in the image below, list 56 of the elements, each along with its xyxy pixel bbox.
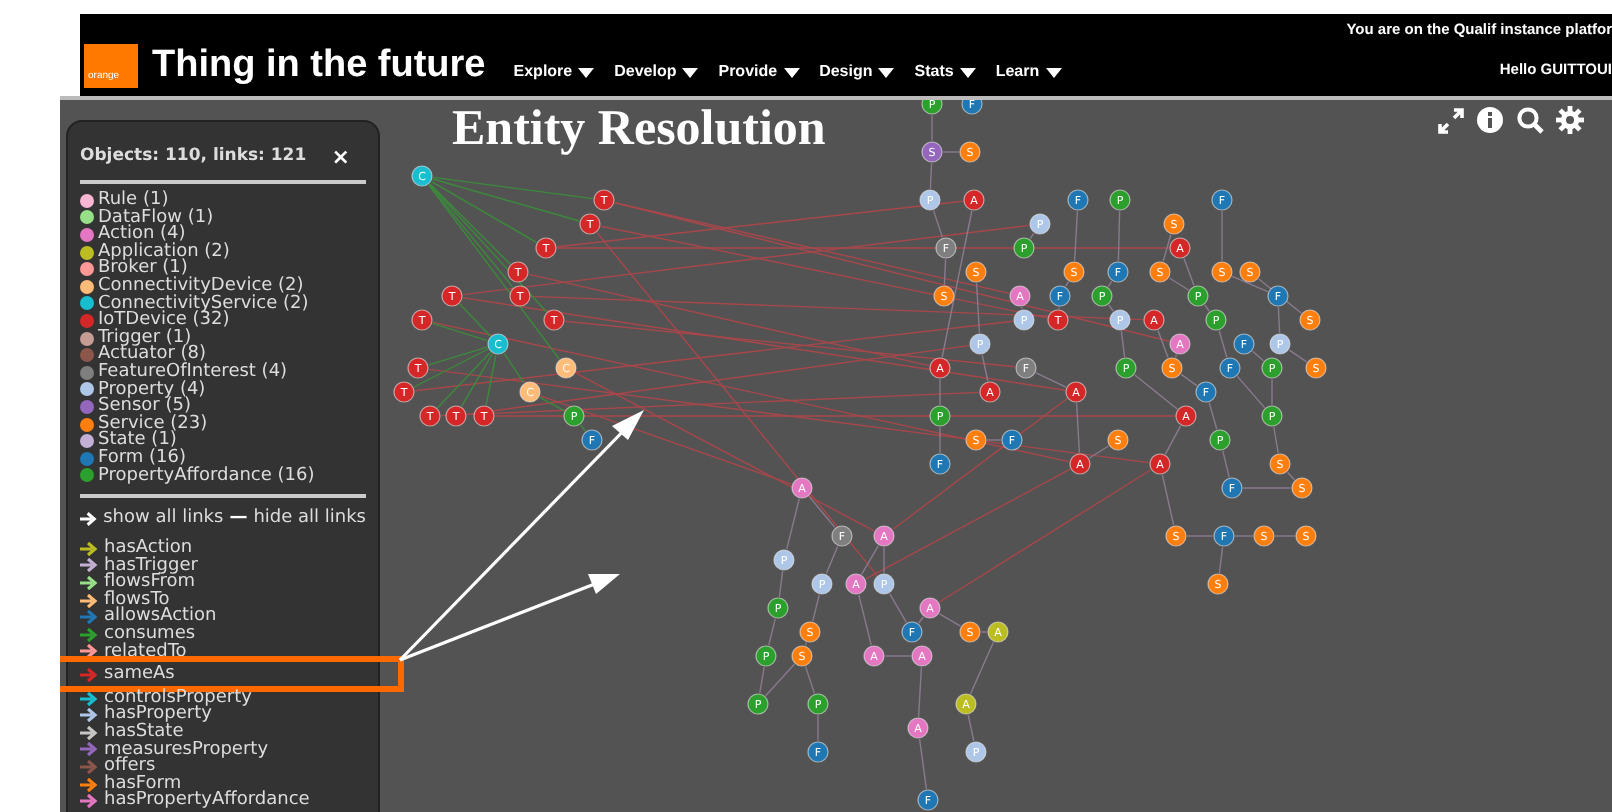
caret-icon [783, 67, 800, 77]
link-type-item[interactable]: flowsTo [104, 591, 170, 609]
link-type-item[interactable]: allowsAction [104, 608, 217, 627]
legend-item[interactable]: State (1) [98, 432, 177, 450]
link-type-item[interactable]: hasForm [104, 775, 182, 793]
legend-item[interactable]: ConnectivityDevice (2) [98, 277, 304, 296]
legend-item[interactable]: Form (16) [98, 449, 187, 467]
close-button[interactable]: × [331, 146, 350, 168]
legend-item[interactable]: PropertyAffordance (16) [98, 467, 315, 485]
link-type-item[interactable]: flowsFrom [104, 574, 196, 592]
show-all-links-link[interactable]: show all links [103, 508, 224, 531]
menu-button[interactable]: Learn [995, 62, 1062, 82]
legend-summary: Objects: 110, links: 121 [80, 146, 307, 168]
menu-button[interactable]: Stats [914, 62, 976, 82]
legend-item[interactable]: Service (23) [98, 415, 208, 433]
caret-icon [578, 67, 595, 77]
legend-item[interactable]: Sensor (5) [98, 398, 191, 416]
fullscreen-icon[interactable] [1438, 107, 1464, 133]
info-icon[interactable] [1476, 106, 1504, 134]
legend-item[interactable]: Rule (1) [98, 192, 169, 210]
legend-item[interactable]: Application (2) [98, 243, 230, 261]
legend-item[interactable]: IoTDevice (32) [98, 312, 230, 330]
link-type-item[interactable]: hasPropertyAffordance [104, 792, 310, 810]
link-type-item[interactable]: consumes [104, 626, 196, 644]
hide-all-links-link[interactable]: hide all links [253, 508, 366, 531]
separator-dash: — [229, 508, 248, 531]
menu-button[interactable]: Design [819, 62, 895, 82]
legend-item[interactable]: Property (4) [98, 381, 206, 399]
arrow-icon [80, 512, 98, 527]
legend-item[interactable]: ConnectivityService (2) [98, 295, 309, 313]
link-type-item[interactable]: hasState [104, 724, 184, 742]
link-type-item[interactable]: measuresProperty [104, 741, 269, 759]
legend-item[interactable]: FeatureOfInterest (4) [98, 363, 288, 382]
menu-button[interactable]: Provide [718, 62, 800, 82]
site-title[interactable]: Thing in the future [152, 44, 486, 88]
legend-item[interactable]: Action (4) [98, 226, 186, 244]
caret-icon [959, 67, 976, 77]
link-type-item[interactable]: offers [104, 758, 156, 776]
link-type-item[interactable]: hasProperty [104, 706, 212, 725]
caret-icon [1045, 67, 1062, 77]
caret-icon [682, 67, 699, 77]
settings-icon[interactable] [1556, 106, 1584, 134]
caret-icon [878, 67, 895, 77]
link-type-item[interactable]: hasAction [104, 540, 193, 558]
canvas-title: Entity Resolution [452, 102, 826, 158]
link-type-item[interactable]: controlsProperty [104, 689, 252, 707]
link-type-item[interactable]: hasTrigger [104, 557, 198, 575]
search-icon[interactable] [1516, 106, 1544, 134]
legend-item[interactable]: Trigger (1) [98, 329, 192, 347]
menu-button[interactable]: Develop [614, 62, 699, 82]
legend-item[interactable]: DataFlow (1) [98, 209, 214, 227]
link-type-item[interactable]: relatedTo [104, 643, 187, 661]
legend-item[interactable]: Actuator (8) [98, 346, 207, 364]
legend-item[interactable]: Broker (1) [98, 260, 188, 278]
link-type-item[interactable]: sameAs [104, 666, 175, 684]
menu-button[interactable]: Explore [513, 62, 595, 82]
